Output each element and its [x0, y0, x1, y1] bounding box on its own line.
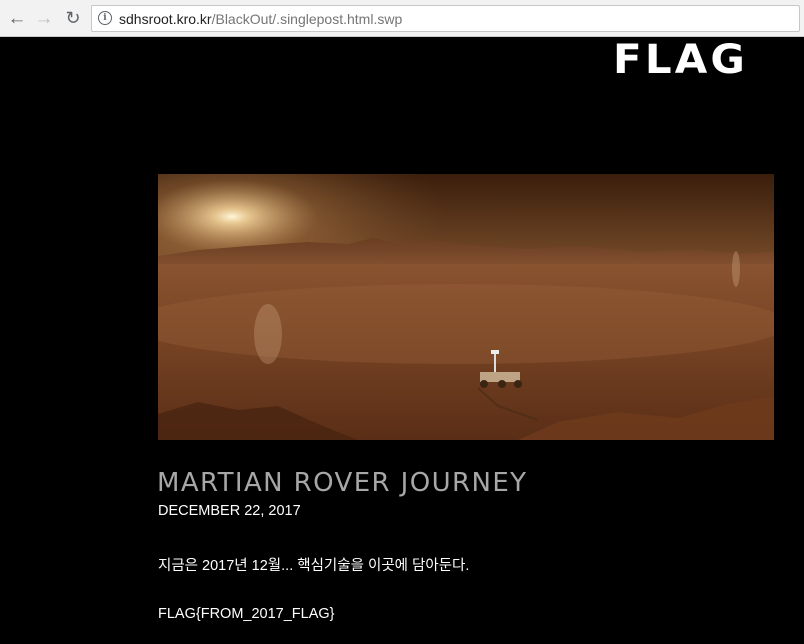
post-hero-image	[158, 174, 774, 440]
info-icon[interactable]: i	[98, 11, 112, 25]
post-title: MARTIAN ROVER JOURNEY	[157, 468, 528, 498]
url-text[interactable]: sdhsroot.kro.kr/BlackOut/.singlepost.htm…	[119, 11, 402, 27]
post-flag-text: FLAG{FROM_2017_FLAG}	[158, 606, 335, 622]
post-date: DECEMBER 22, 2017	[158, 503, 301, 519]
page-content: FLAG MARTIAN ROVER JOURNEY DECEMBER 22, …	[0, 37, 804, 644]
site-logo[interactable]: FLAG	[613, 37, 748, 83]
forward-arrow-icon[interactable]: →	[33, 7, 55, 29]
back-arrow-icon[interactable]: ←	[6, 7, 28, 29]
reload-icon[interactable]: ↻	[62, 7, 84, 29]
url-host: sdhsroot.kro.kr	[119, 11, 212, 27]
address-bar[interactable]: i sdhsroot.kro.kr/BlackOut/.singlepost.h…	[91, 5, 800, 32]
mars-landscape-image	[158, 174, 774, 440]
browser-toolbar: ← → ↻ i sdhsroot.kro.kr/BlackOut/.single…	[0, 0, 804, 37]
url-path: /BlackOut/.singlepost.html.swp	[211, 11, 403, 27]
post-body-text: 지금은 2017년 12월... 핵심기술을 이곳에 담아둔다.	[158, 558, 470, 574]
